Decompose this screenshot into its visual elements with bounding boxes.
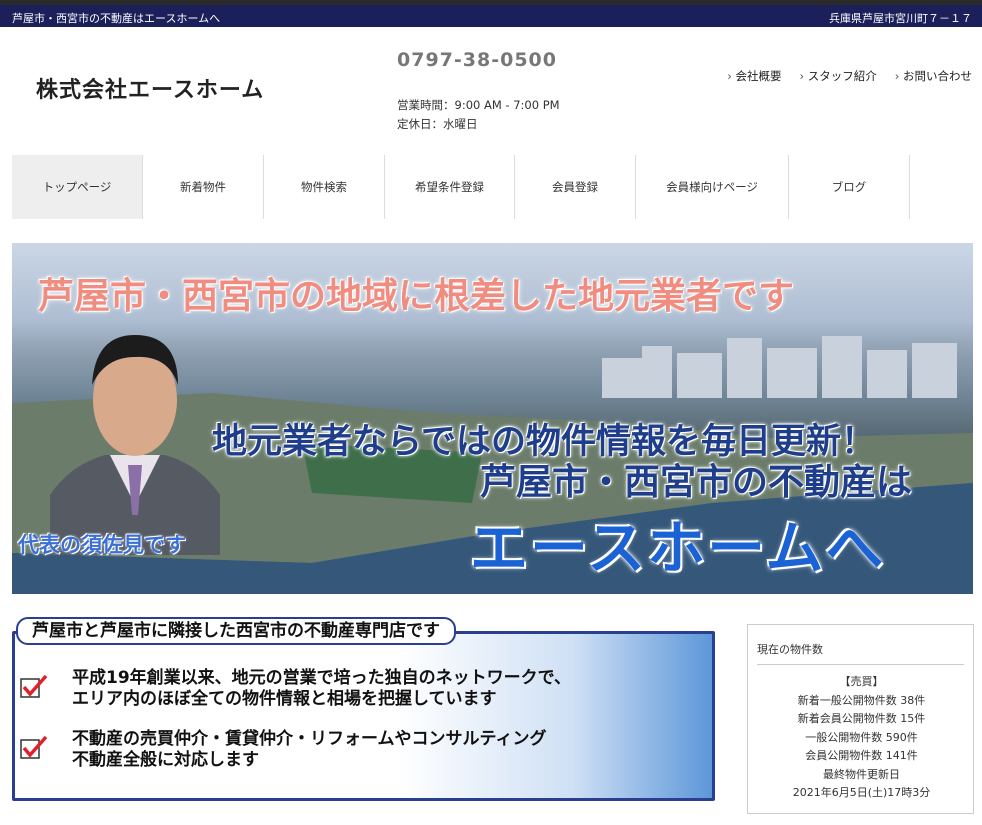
phone-number[interactable]: 0797-38-0500 xyxy=(397,49,557,71)
feature-item-1-line1: 平成19年創業以来、地元の営業で培った独自のネットワークで、 xyxy=(72,668,571,688)
nav-property-search[interactable]: 物件検索 xyxy=(264,155,385,219)
last-updated-label: 最終物件更新日 xyxy=(823,767,900,781)
banner-caption: 代表の須佐見です xyxy=(18,533,186,557)
count-member: 会員公開物件数 141件 xyxy=(805,749,918,762)
banner-subline-2: 芦屋市・西宮市の不動産は xyxy=(480,462,913,503)
feature-title: 芦屋市と芦屋市に隣接した西宮市の不動産専門店です xyxy=(16,617,456,645)
category-label: 【売買】 xyxy=(839,675,884,688)
nav-wish-registration[interactable]: 希望条件登録 xyxy=(385,155,515,219)
company-logo[interactable]: 株式会社エースホーム xyxy=(36,72,264,104)
representative-photo xyxy=(50,335,220,555)
banner-headline: 芦屋市・西宮市の地域に根差した地元業者です xyxy=(38,276,795,317)
hours-text: 営業時間：9:00 AM - 7:00 PM xyxy=(397,98,560,112)
checkbox-check-icon xyxy=(20,735,48,759)
nav-member-page[interactable]: 会員様向けページ xyxy=(636,155,789,219)
nav-new-listings[interactable]: 新着物件 xyxy=(143,155,264,219)
widget-body: 【売買】 新着一般公開物件数 38件 新着会員公開物件数 15件 一般公開物件数… xyxy=(748,673,975,803)
checkbox-check-icon xyxy=(20,674,48,698)
hero-banner: 芦屋市・西宮市の地域に根差した地元業者です 地元業者ならではの物件情報を毎日更新… xyxy=(12,243,973,594)
address: 兵庫県芦屋市宮川町７－１７ xyxy=(829,12,972,25)
count-new-member: 新着会員公開物件数 15件 xyxy=(797,712,926,725)
property-count-widget: 現在の物件数 【売買】 新着一般公開物件数 38件 新着会員公開物件数 15件 … xyxy=(747,624,974,814)
nav-blog[interactable]: ブログ xyxy=(789,155,910,219)
widget-divider xyxy=(757,664,964,665)
header-links: 会社概要 スタッフ紹介 お問い合わせ xyxy=(727,68,972,84)
count-new-public: 新着一般公開物件数 38件 xyxy=(797,693,926,707)
feature-item-2-line1: 不動産の売買仲介・賃貸仲介・リフォームやコンサルティング xyxy=(72,729,547,749)
nav-top-page[interactable]: トップページ xyxy=(12,155,143,219)
top-bar: 芦屋市・西宮市の不動産はエースホームへ 兵庫県芦屋市宮川町７－１７ xyxy=(0,0,982,27)
holiday-text: 定休日：水曜日 xyxy=(397,117,478,131)
business-hours: 営業時間：9:00 AM - 7:00 PM 定休日：水曜日 xyxy=(397,96,560,134)
feature-item-1-line2: エリア内のほぼ全ての物件情報と相場を把握しています xyxy=(72,689,497,709)
main-nav: トップページ 新着物件 物件検索 希望条件登録 会員登録 会員様向けページ ブロ… xyxy=(12,155,910,219)
banner-brand: エースホームへ xyxy=(470,514,886,582)
nav-member-registration[interactable]: 会員登録 xyxy=(515,155,636,219)
feature-item-2-line2: 不動産全般に対応します xyxy=(72,750,259,770)
site-tagline: 芦屋市・西宮市の不動産はエースホームへ xyxy=(12,12,221,25)
widget-heading: 現在の物件数 xyxy=(757,643,823,656)
link-contact[interactable]: お問い合わせ xyxy=(895,68,972,84)
link-staff[interactable]: スタッフ紹介 xyxy=(799,68,877,84)
feature-box xyxy=(12,631,715,801)
last-updated-date: 2021年6月5日(土)17時3分 xyxy=(792,786,931,799)
count-public: 一般公開物件数 590件 xyxy=(805,730,918,744)
link-company-profile[interactable]: 会社概要 xyxy=(727,68,781,84)
